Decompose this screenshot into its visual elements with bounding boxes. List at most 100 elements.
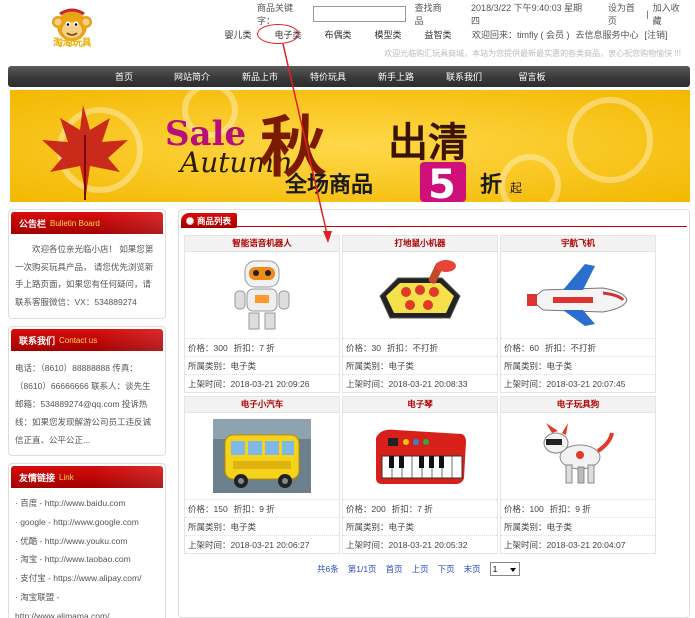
page-select[interactable]: 1 — [489, 562, 520, 576]
price-label: 价格： — [346, 343, 372, 353]
category-value: 电子类 — [230, 522, 257, 532]
banner-chuqing-text: 出清 — [388, 120, 468, 166]
price-value: 200 — [371, 504, 386, 514]
category-label: 所属类别： — [504, 522, 547, 532]
price-row: 价格：300 折扣：7 折 — [185, 338, 339, 356]
pager-first[interactable]: 首页 — [386, 563, 403, 575]
link-alimama[interactable]: · 淘宝联盟 - — [15, 588, 159, 607]
listed-label: 上架时间： — [188, 379, 231, 389]
price-label: 价格： — [504, 343, 530, 353]
product-name[interactable]: 智能语音机器人 — [232, 238, 292, 248]
category-baby[interactable]: 婴儿类 — [213, 28, 263, 41]
logout-link[interactable]: [注销] — [645, 28, 668, 41]
keyword-label: 商品关键字： — [257, 3, 294, 26]
listed-value: 2018-03-21 20:06:27 — [230, 540, 310, 550]
discount-value: 9 折 — [575, 504, 591, 514]
listed-label: 上架时间： — [504, 379, 547, 389]
contact-header: 联系我们 Contact us — [11, 329, 163, 351]
discount-label: 折扣： — [386, 343, 413, 353]
category-plush[interactable]: 布偶类 — [313, 28, 363, 41]
nav-beginner[interactable]: 新手上路 — [362, 70, 430, 83]
link-google[interactable]: · google - http://www.google.com — [15, 513, 159, 532]
price-value: 300 — [213, 343, 228, 353]
links-title-en: Link — [59, 472, 74, 482]
pager-next[interactable]: 下页 — [438, 563, 455, 575]
keyword-input[interactable] — [312, 6, 406, 22]
discount-value: 7 折 — [259, 343, 275, 353]
price-row: 价格：30 折扣：不打折 — [343, 338, 497, 356]
link-youku[interactable]: · 优酷 - http://www.youku.com — [15, 532, 159, 551]
nav-contact[interactable]: 联系我们 — [430, 70, 498, 83]
category-row: 所属类别：电子类 — [343, 356, 497, 374]
listed-label: 上架时间： — [504, 540, 547, 550]
product-card: 打地鼠小机器 价格：30 折扣：不打折 所属类别：电子类 上架时间：2018-03… — [342, 235, 498, 393]
link-baidu[interactable]: · 百度 - http://www.baidu.com — [15, 494, 159, 513]
category-model[interactable]: 模型类 — [363, 28, 413, 41]
price-label: 价格： — [188, 504, 214, 514]
listed-value: 2018-03-21 20:05:32 — [388, 540, 468, 550]
robot-image[interactable] — [185, 252, 339, 338]
bulletin-title-en: Bulletin Board — [50, 218, 100, 228]
product-name[interactable]: 电子玩具狗 — [557, 399, 600, 409]
product-name[interactable]: 电子琴 — [407, 399, 433, 409]
search-products-link[interactable]: 查找商品 — [415, 1, 449, 27]
product-grid: 智能语音机器人 价格：300 折扣：7 折 所属类别：电子类 上架时间：2018-… — [184, 235, 681, 554]
link-taobao[interactable]: · 淘宝 - http://www.taobao.com — [15, 550, 159, 569]
product-name[interactable]: 电子小汽车 — [241, 399, 284, 409]
discount-label: 折扣： — [233, 504, 260, 514]
nav-about[interactable]: 网站简介 — [158, 70, 226, 83]
header-divider — [237, 226, 687, 227]
links-list: · 百度 - http://www.baidu.com · google - h… — [9, 490, 165, 618]
price-value: 150 — [213, 504, 228, 514]
banner-graphic: Sale Autumn 秋 出清 全场商品 5 折 起 — [10, 90, 690, 202]
pager-prev[interactable]: 上页 — [412, 563, 429, 575]
nav-guestbook[interactable]: 留言板 — [498, 70, 566, 83]
product-name[interactable]: 打地鼠小机器 — [394, 238, 445, 248]
discount-label: 折扣： — [233, 343, 260, 353]
product-card: 电子琴 价格：200 折扣：7 折 所属类别：电子类 上架时间：2018-03-2… — [342, 396, 498, 554]
listed-label: 上架时间： — [188, 540, 231, 550]
whack-a-mole-image[interactable] — [343, 252, 497, 338]
nav-specials[interactable]: 特价玩具 — [294, 70, 362, 83]
listed-row: 上架时间：2018-03-21 20:08:33 — [343, 374, 497, 392]
link-alimama-url[interactable]: http://www.alimama.com/ — [15, 607, 159, 618]
robot-dog-image[interactable] — [501, 413, 655, 499]
links-panel: 友情链接 Link · 百度 - http://www.baidu.com · … — [8, 463, 166, 618]
nav-home[interactable]: 首页 — [90, 70, 158, 83]
toy-bus-image[interactable] — [185, 413, 339, 499]
pager-total: 共6条 — [317, 564, 339, 574]
nav-new-arrivals[interactable]: 新品上市 — [226, 70, 294, 83]
listed-value: 2018-03-21 20:08:33 — [388, 379, 468, 389]
listed-value: 2018-03-21 20:09:26 — [230, 379, 310, 389]
banner-all-products: 全场商品 — [284, 172, 373, 198]
product-list-panel: 商品列表 智能语音机器人 价格：300 折扣：7 折 所属类别：电子类 上架时间… — [178, 209, 690, 618]
logo-text: 淘淘玩具 — [53, 38, 92, 49]
product-list-title: 商品列表 — [181, 213, 237, 228]
product-card: 电子玩具狗 价格：100 折扣：9 折 所属类别：电子类 上架时间：2018-03 — [500, 396, 656, 554]
discount-label: 折扣： — [549, 504, 576, 514]
listed-value: 2018-03-21 20:07:45 — [546, 379, 626, 389]
category-row: 所属类别：电子类 — [185, 356, 339, 374]
keyboard-image[interactable] — [343, 413, 497, 499]
annotation-ellipse — [257, 24, 299, 44]
pager-last[interactable]: 末页 — [464, 563, 481, 575]
promo-banner[interactable]: Sale Autumn 秋 出清 全场商品 5 折 起 — [10, 90, 690, 202]
category-educational[interactable]: 益智类 — [413, 28, 463, 41]
category-nav: 婴儿类 电子类 布偶类 模型类 益智类 — [213, 28, 463, 41]
whack-a-mole-icon — [379, 260, 461, 319]
add-favorite-link[interactable]: 加入收藏 — [653, 1, 687, 27]
separator: | — [646, 9, 649, 19]
link-alipay[interactable]: · 支付宝 - https://www.alipay.com/ — [15, 569, 159, 588]
discount-value: 不打折 — [570, 343, 597, 353]
bulletin-text: 欢迎各位亲光临小店！ 如果您第一次购买玩具产品， 请您优先浏览新手上路页面，如果… — [15, 244, 154, 307]
category-row: 所属类别：电子类 — [185, 517, 339, 535]
set-home-link[interactable]: 设为首页 — [608, 1, 642, 27]
space-shuttle-icon — [527, 264, 628, 326]
product-name[interactable]: 宇航飞机 — [561, 238, 595, 248]
discount-value: 7 折 — [417, 504, 433, 514]
space-shuttle-image[interactable] — [501, 252, 655, 338]
category-row: 所属类别：电子类 — [501, 517, 655, 535]
price-label: 价格： — [346, 504, 372, 514]
info-center-link[interactable]: 去信息服务中心 — [576, 28, 639, 41]
discount-value: 9 折 — [259, 504, 275, 514]
